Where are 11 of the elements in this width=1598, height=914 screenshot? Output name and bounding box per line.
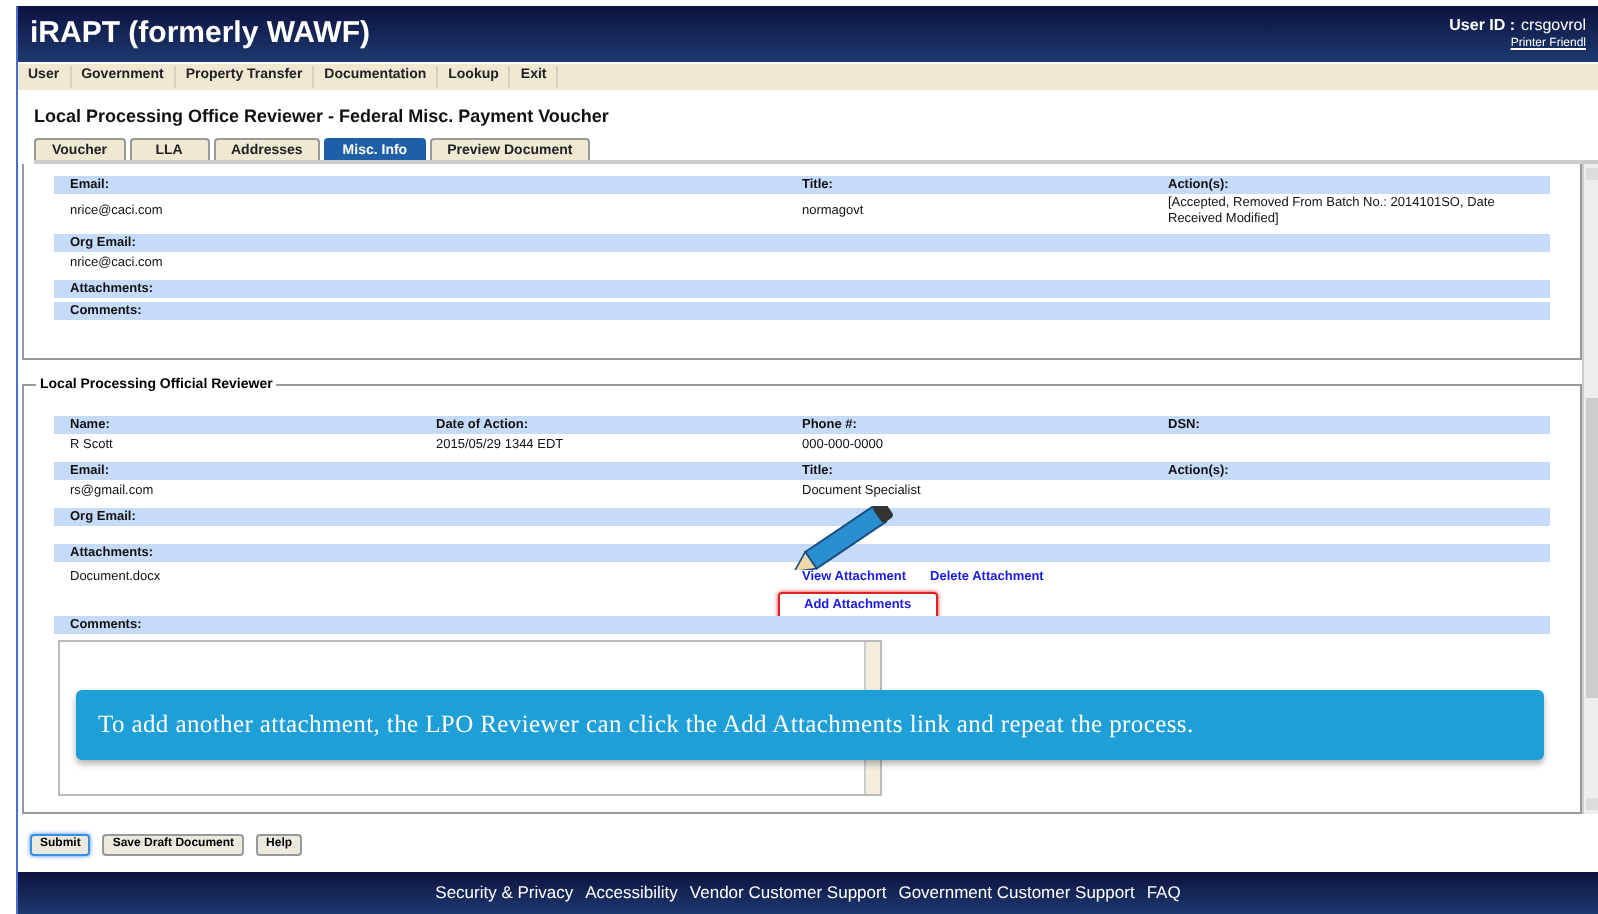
footer-link[interactable]: FAQ xyxy=(1146,879,1181,901)
tooltip-callout: To add another attachment, the LPO Reviewer can click the Add Attachments link and repeat the process. xyxy=(76,690,1544,760)
scrollbar[interactable] xyxy=(1582,163,1598,813)
footer-link[interactable]: Vendor Customer Support xyxy=(689,879,887,901)
app-title: iRAPT (formerly WAWF) xyxy=(30,13,371,54)
user-id: crsgovrol xyxy=(1521,18,1586,34)
footer-link[interactable]: Security & Privacy xyxy=(435,879,574,901)
page-title: Local Processing Office Reviewer - Federal Misc. Payment Voucher xyxy=(34,104,611,130)
user-id-label: User ID : xyxy=(1449,18,1516,34)
footer-link[interactable]: Accessibility xyxy=(585,879,678,901)
footer-link[interactable]: Government Customer Support xyxy=(898,879,1135,901)
